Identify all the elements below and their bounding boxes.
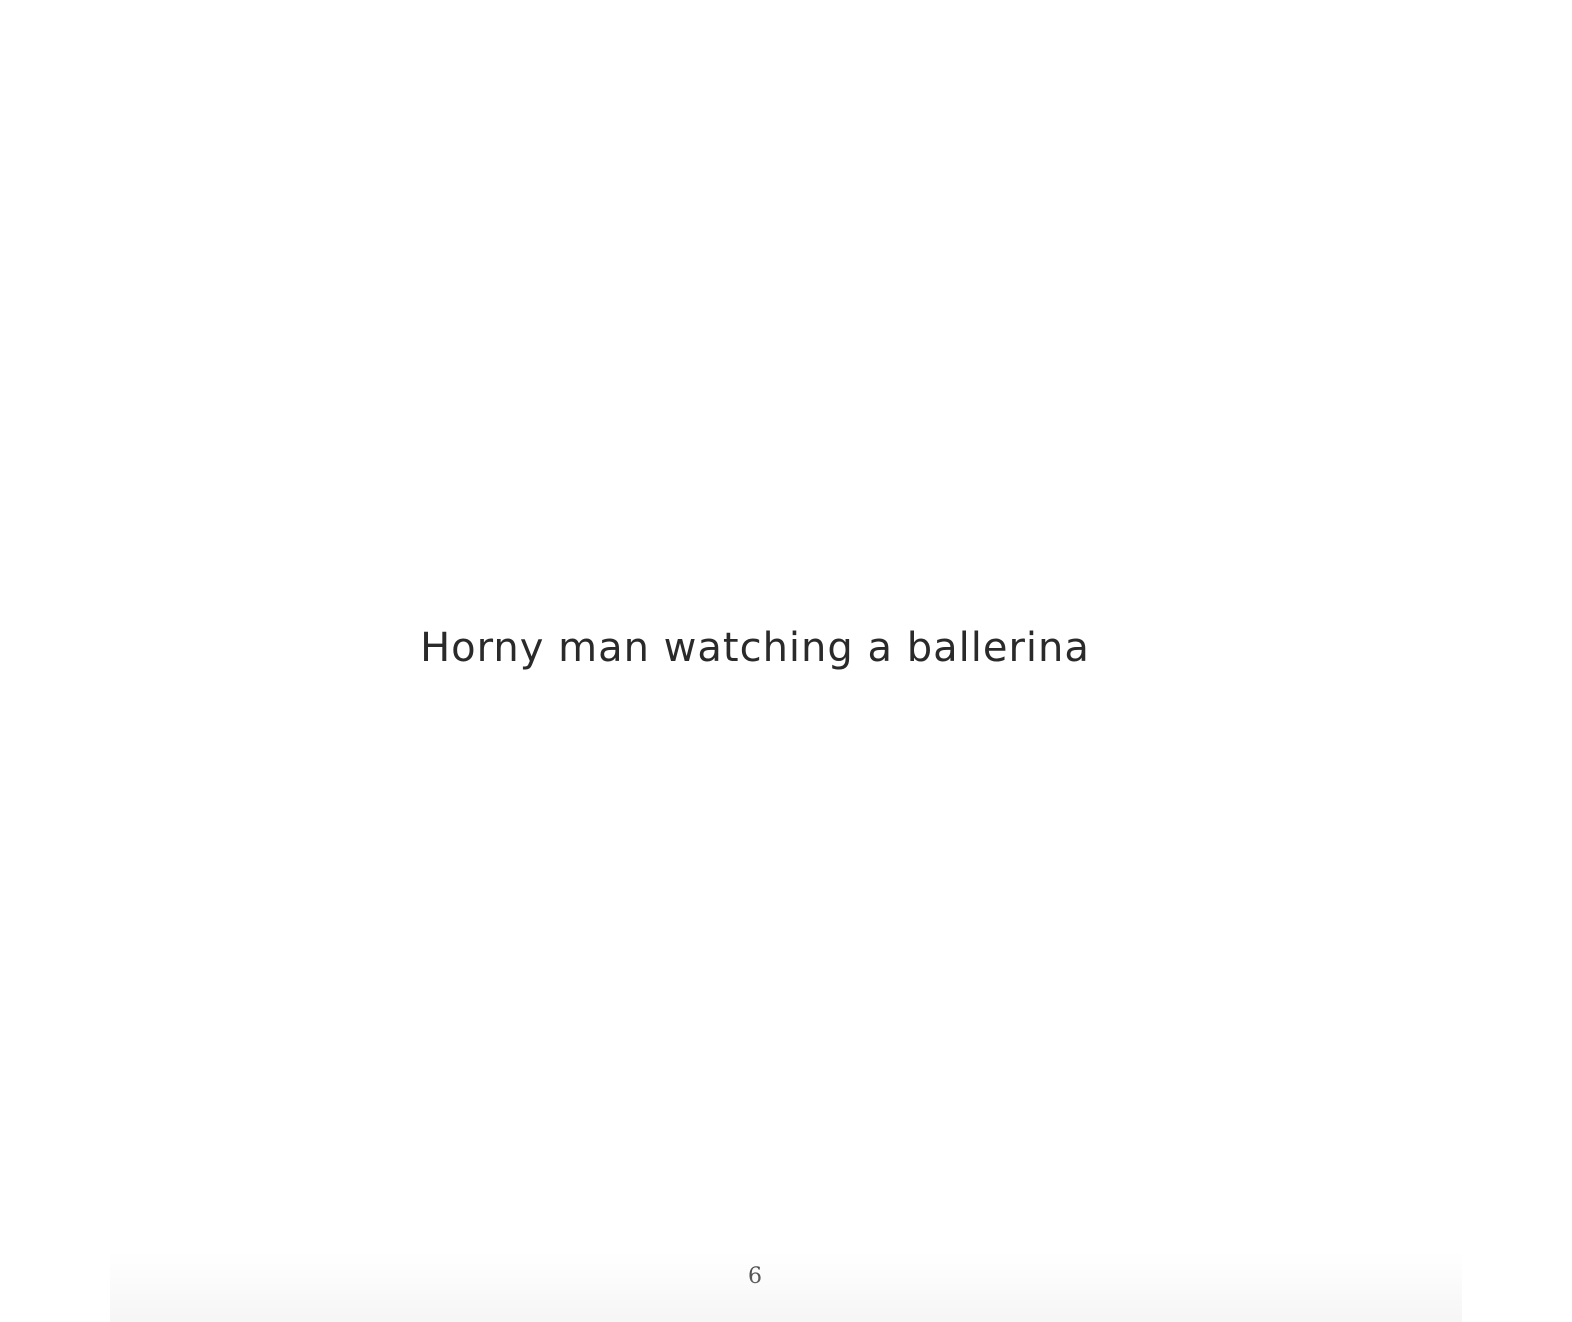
page-title: Horny man watching a ballerina (420, 625, 1090, 671)
document-page: Horny man watching a ballerina 6 (0, 0, 1572, 1322)
page-number: 6 (748, 1264, 762, 1289)
